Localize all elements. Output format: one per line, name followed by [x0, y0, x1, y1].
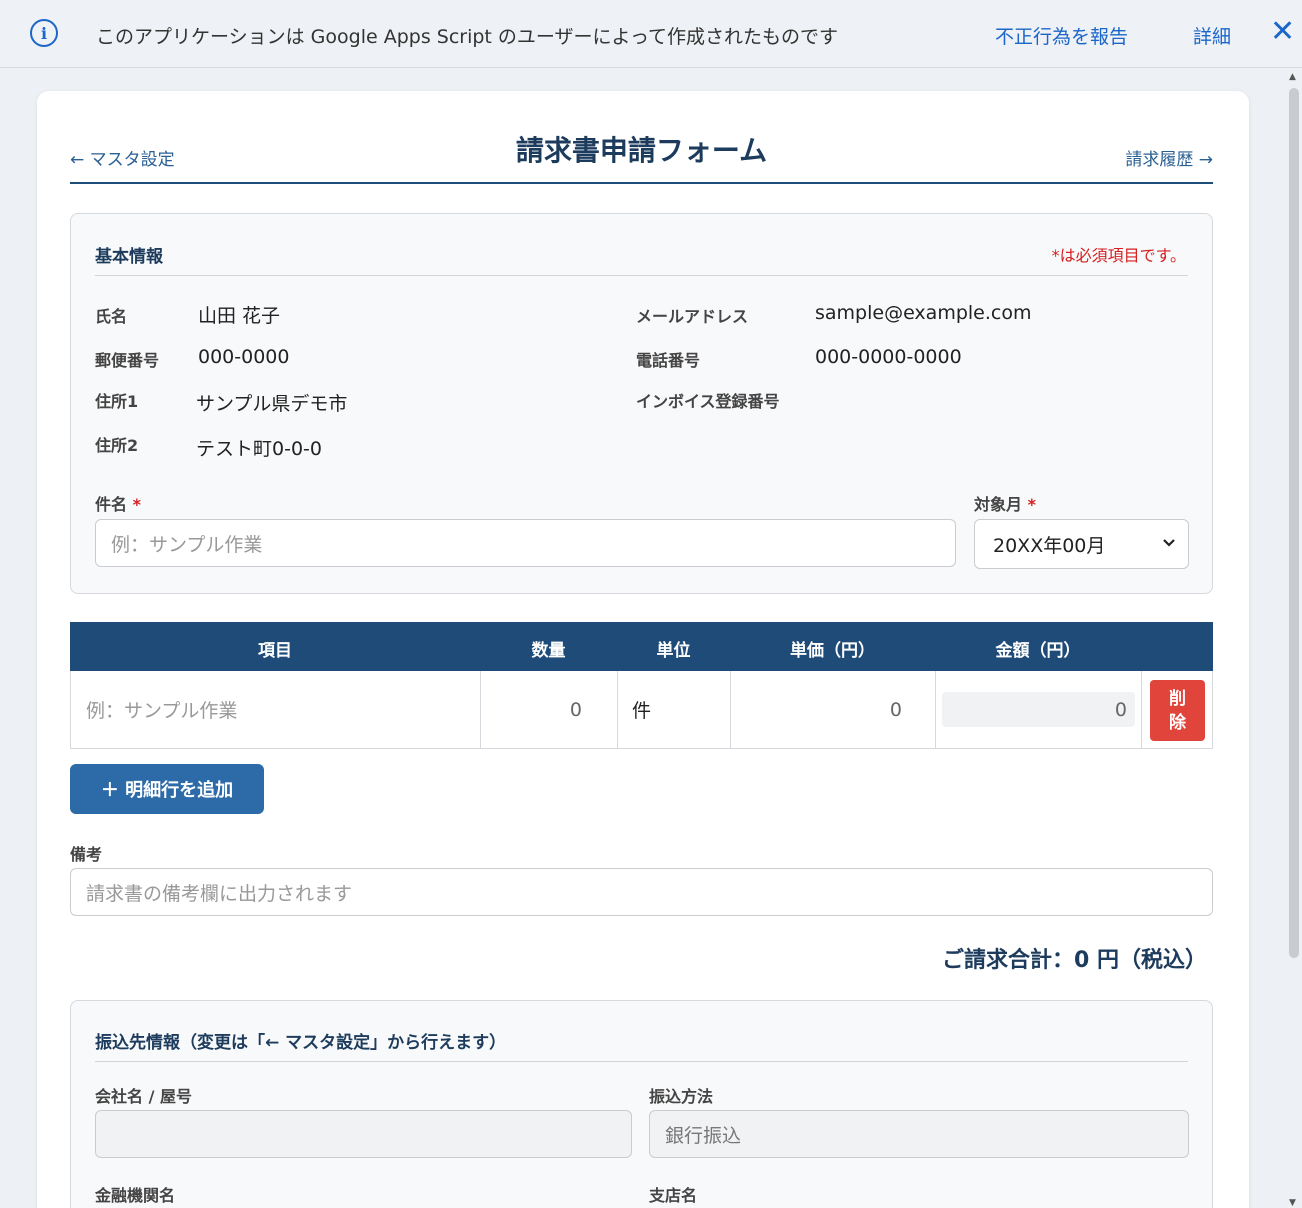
transfer-method-label: 振込方法 [649, 1087, 714, 1106]
month-label-text: 対象月 [974, 495, 1023, 514]
details-link[interactable]: 詳細 [1193, 22, 1231, 49]
unit-price-input[interactable]: 0 [731, 671, 936, 748]
banner-message: このアプリケーションは Google Apps Script のユーザーによって… [96, 26, 839, 48]
divider [95, 275, 1188, 276]
required-mark: * [1027, 495, 1036, 514]
subject-input[interactable]: 例：サンプル作業 [95, 519, 956, 567]
close-icon[interactable]: ✕ [1270, 14, 1295, 50]
scroll-down-icon[interactable]: ▼ [1289, 1198, 1296, 1208]
page-scrollbar[interactable]: ▲ ▼ [1286, 68, 1302, 1208]
amount-value: 0 [942, 692, 1135, 727]
month-select-value: 20XX年00月 [993, 534, 1106, 557]
required-note: *は必須項目です。 [1051, 246, 1186, 265]
postal-value: 000-0000 [198, 346, 290, 368]
scrollbar-thumb[interactable] [1289, 88, 1299, 958]
chevron-down-icon [1162, 533, 1176, 557]
gas-warning-banner: i このアプリケーションは Google Apps Script のユーザーによ… [0, 0, 1302, 68]
remarks-label: 備考 [70, 845, 103, 864]
quantity-input[interactable]: 0 [481, 671, 618, 748]
remarks-input[interactable]: 請求書の備考欄に出力されます [70, 868, 1213, 916]
month-select[interactable]: 20XX年00月 [974, 519, 1189, 569]
section-title: 振込先情報（変更は「← マスタ設定」から行えます） [95, 1033, 507, 1053]
divider [95, 1061, 1188, 1062]
scroll-up-icon[interactable]: ▲ [1289, 72, 1296, 82]
table-header: 項目 数量 単位 単価（円） 金額（円） [70, 622, 1213, 671]
amount-cell: 0 [936, 671, 1142, 748]
delete-row-button[interactable]: 削除 [1150, 680, 1205, 741]
name-value: 山田 花子 [198, 305, 281, 327]
phone-label: 電話番号 [636, 351, 701, 370]
delete-label: 削除 [1169, 688, 1186, 733]
section-title: 基本情報 [95, 247, 163, 267]
table-row: 例：サンプル作業 0 件 0 0 削除 [70, 671, 1213, 749]
address1-value: サンプル県デモ市 [196, 393, 348, 415]
postal-label: 郵便番号 [95, 351, 160, 370]
page-title: 請求書申請フォーム [515, 134, 768, 167]
header-amount: 金額（円） [995, 641, 1081, 661]
form-header: ← マスタ設定 請求書申請フォーム 請求履歴 → [70, 121, 1213, 184]
header-quantity: 数量 [531, 641, 566, 661]
invoice-total: ご請求合計：0 円（税込） [942, 948, 1207, 973]
address1-label: 住所1 [95, 392, 139, 411]
required-mark: * [132, 495, 141, 514]
header-item: 項目 [258, 641, 292, 661]
bank-name-label: 金融機関名 [95, 1186, 176, 1205]
company-label: 会社名 / 屋号 [95, 1087, 192, 1106]
invoice-number-label: インボイス登録番号 [636, 392, 780, 411]
name-label: 氏名 [95, 307, 128, 326]
info-icon: i [30, 19, 58, 47]
month-label: 対象月 * [974, 491, 1036, 515]
subject-label: 件名 * [95, 491, 141, 515]
header-unit-price: 単価（円） [790, 641, 875, 661]
unit-input[interactable]: 件 [618, 671, 731, 748]
subject-label-text: 件名 [95, 495, 128, 514]
add-line-button[interactable]: ＋ 明細行を追加 [70, 764, 264, 814]
address2-label: 住所2 [95, 436, 139, 455]
report-abuse-link[interactable]: 不正行為を報告 [995, 22, 1128, 49]
form-card: ← マスタ設定 請求書申請フォーム 請求履歴 → 基本情報 *は必須項目です。 … [37, 91, 1249, 1208]
branch-name-label: 支店名 [649, 1186, 698, 1205]
address2-value: テスト町0-0-0 [196, 438, 322, 460]
email-value: sample@example.com [815, 302, 1032, 324]
transfer-method-input[interactable]: 銀行振込 [649, 1110, 1189, 1158]
email-label: メールアドレス [636, 307, 749, 326]
invoice-history-link[interactable]: 請求履歴 → [1125, 145, 1213, 170]
phone-value: 000-0000-0000 [815, 346, 962, 368]
basic-info-section: 基本情報 *は必須項目です。 氏名 山田 花子 メールアドレス sample@e… [70, 213, 1213, 594]
header-unit: 単位 [656, 641, 691, 661]
bank-info-section: 振込先情報（変更は「← マスタ設定」から行えます） 会社名 / 屋号 振込方法 … [70, 1000, 1213, 1208]
item-input[interactable]: 例：サンプル作業 [71, 671, 481, 748]
company-input[interactable] [95, 1110, 632, 1158]
